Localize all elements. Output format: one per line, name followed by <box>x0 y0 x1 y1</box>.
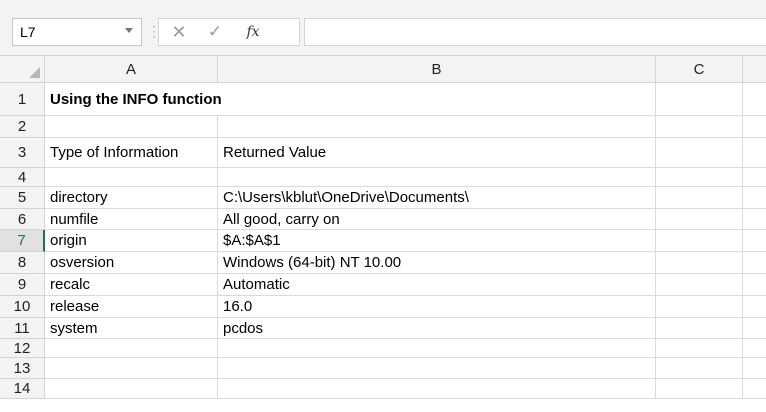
cell-d[interactable] <box>743 230 766 252</box>
cell-c[interactable] <box>656 274 743 296</box>
cell-c[interactable] <box>656 339 743 358</box>
cell-a[interactable]: osversion <box>45 252 218 274</box>
column-header-b[interactable]: B <box>218 56 656 83</box>
row-header[interactable]: 12 <box>0 339 45 358</box>
cell-d[interactable] <box>743 339 766 358</box>
column-header-a[interactable]: A <box>45 56 218 83</box>
row-header[interactable]: 4 <box>0 168 45 187</box>
cell-d[interactable] <box>743 379 766 399</box>
cell-b[interactable]: Automatic <box>218 274 656 296</box>
cell-c[interactable] <box>656 116 743 138</box>
row-header[interactable]: 8 <box>0 252 45 274</box>
cell-d[interactable] <box>743 252 766 274</box>
cell-a[interactable] <box>45 339 218 358</box>
row-header[interactable]: 11 <box>0 318 45 339</box>
cell-a[interactable]: directory <box>45 187 218 209</box>
cell-c[interactable] <box>656 252 743 274</box>
cell-d[interactable] <box>743 138 766 168</box>
cell-c[interactable] <box>656 187 743 209</box>
name-box[interactable]: L7 <box>12 18 142 46</box>
cell-b[interactable]: All good, carry on <box>218 209 656 230</box>
cell-d[interactable] <box>743 168 766 187</box>
cell-a[interactable] <box>45 168 218 187</box>
cell-c[interactable] <box>656 83 743 116</box>
drag-handle-icon[interactable]: ⋮ <box>147 24 161 40</box>
cell-c[interactable] <box>656 296 743 318</box>
cell-c[interactable] <box>656 318 743 339</box>
cell-a[interactable]: release <box>45 296 218 318</box>
cell-a[interactable]: origin <box>45 230 218 252</box>
row-header[interactable]: 5 <box>0 187 45 209</box>
select-all-button[interactable] <box>0 56 45 83</box>
cell-a[interactable] <box>45 116 218 138</box>
cell-b[interactable] <box>218 168 656 187</box>
cell-a[interactable]: Using the INFO function <box>45 83 222 116</box>
formula-input[interactable] <box>304 18 766 46</box>
cell-a[interactable]: Type of Information <box>45 138 218 168</box>
cell-a[interactable]: numfile <box>45 209 218 230</box>
cell-b[interactable] <box>218 83 656 116</box>
cell-a[interactable] <box>45 358 218 379</box>
column-header-d[interactable] <box>743 56 766 83</box>
cell-c[interactable] <box>656 209 743 230</box>
cell-b[interactable]: Windows (64-bit) NT 10.00 <box>218 252 656 274</box>
cell-b[interactable]: Returned Value <box>218 138 656 168</box>
cell-b[interactable] <box>218 358 656 379</box>
cell-a[interactable]: recalc <box>45 274 218 296</box>
select-all-icon <box>29 67 40 78</box>
cell-c[interactable] <box>656 358 743 379</box>
cell-b[interactable] <box>218 379 656 399</box>
row-header[interactable]: 14 <box>0 379 45 399</box>
row-header[interactable]: 2 <box>0 116 45 138</box>
row-header[interactable]: 13 <box>0 358 45 379</box>
cell-c[interactable] <box>656 168 743 187</box>
cell-c[interactable] <box>656 138 743 168</box>
cell-d[interactable] <box>743 318 766 339</box>
cell-b[interactable]: $A:$A$1 <box>218 230 656 252</box>
cell-d[interactable] <box>743 274 766 296</box>
cell-d[interactable] <box>743 296 766 318</box>
cell-d[interactable] <box>743 358 766 379</box>
row-header[interactable]: 6 <box>0 209 45 230</box>
cell-b[interactable]: 16.0 <box>218 296 656 318</box>
cell-c[interactable] <box>656 230 743 252</box>
cell-d[interactable] <box>743 187 766 209</box>
enter-icon[interactable]: ✓ <box>203 19 227 45</box>
cell-d[interactable] <box>743 83 766 116</box>
row-header[interactable]: 3 <box>0 138 45 168</box>
name-box-value: L7 <box>20 24 36 40</box>
cell-d[interactable] <box>743 116 766 138</box>
cell-a[interactable] <box>45 379 218 399</box>
row-header[interactable]: 1 <box>0 83 45 116</box>
row-header[interactable]: 7 <box>0 230 45 252</box>
formula-buttons: ✕ ✓ fx <box>158 18 300 46</box>
cell-b[interactable] <box>218 339 656 358</box>
cell-d[interactable] <box>743 209 766 230</box>
cell-b[interactable] <box>218 116 656 138</box>
cancel-icon[interactable]: ✕ <box>167 19 191 45</box>
row-header[interactable]: 9 <box>0 274 45 296</box>
cell-b[interactable]: C:\Users\kblut\OneDrive\Documents\ <box>218 187 656 209</box>
cell-a[interactable]: system <box>45 318 218 339</box>
row-header[interactable]: 10 <box>0 296 45 318</box>
chevron-down-icon[interactable] <box>125 28 133 33</box>
insert-function-icon[interactable]: fx <box>239 19 267 45</box>
column-header-c[interactable]: C <box>656 56 743 83</box>
cell-c[interactable] <box>656 379 743 399</box>
formula-bar-area: L7 ⋮ ✕ ✓ fx <box>0 0 766 56</box>
cell-b[interactable]: pcdos <box>218 318 656 339</box>
